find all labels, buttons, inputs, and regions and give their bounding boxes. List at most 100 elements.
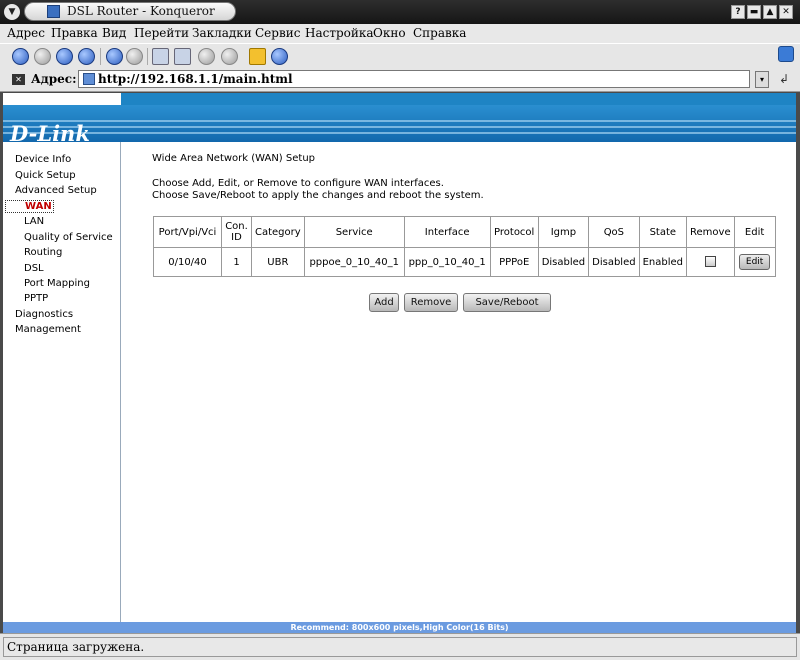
clear-address-icon[interactable]: ✕ bbox=[12, 74, 25, 85]
menu-address[interactable]: Адрес bbox=[7, 26, 45, 40]
address-bar: ✕ Адрес: http://192.168.1.1/main.html ▾ … bbox=[0, 68, 800, 92]
up-icon[interactable] bbox=[56, 48, 73, 65]
banner-corner bbox=[3, 93, 121, 105]
nav-wan[interactable]: WAN bbox=[5, 200, 54, 213]
address-label: Адрес: bbox=[31, 72, 77, 86]
add-button[interactable]: Add bbox=[369, 293, 399, 312]
go-icon[interactable]: ↲ bbox=[776, 72, 792, 88]
status-text: Страница загружена. bbox=[7, 640, 145, 654]
menu-view[interactable]: Вид bbox=[102, 26, 126, 40]
zoom-in-icon[interactable] bbox=[198, 48, 215, 65]
nav-port-mapping[interactable]: Port Mapping bbox=[24, 278, 90, 289]
table-cell: Enabled bbox=[638, 247, 688, 277]
table-cell: 1 bbox=[221, 247, 252, 277]
wan-interfaces-table: Port/Vpi/Vci Con. ID Category Service In… bbox=[153, 216, 776, 277]
edit-button[interactable]: Edit bbox=[738, 254, 771, 270]
minimize-button[interactable]: ▬ bbox=[747, 5, 761, 19]
banner-stripe bbox=[3, 120, 796, 122]
page-viewport: D-Link Device Info Quick Setup Advanced … bbox=[3, 93, 796, 633]
home-icon[interactable] bbox=[78, 48, 95, 65]
table-header: Con. ID bbox=[221, 216, 252, 248]
menu-settings[interactable]: Настройка bbox=[305, 26, 374, 40]
table-header: Category bbox=[251, 216, 305, 248]
banner-stripe bbox=[3, 132, 796, 134]
url-history-dropdown[interactable]: ▾ bbox=[755, 71, 769, 88]
table-header: Igmp bbox=[537, 216, 590, 248]
sidebar-nav: Device Info Quick Setup Advanced Setup W… bbox=[3, 142, 121, 633]
stop-icon[interactable] bbox=[126, 48, 143, 65]
print-icon[interactable] bbox=[152, 48, 169, 65]
help-button[interactable]: ? bbox=[731, 5, 745, 19]
security-lock-icon[interactable] bbox=[249, 48, 266, 65]
window-title-tab: DSL Router - Konqueror bbox=[24, 2, 236, 21]
toolbar-separator bbox=[100, 48, 101, 65]
konqueror-activity-icon bbox=[778, 46, 794, 62]
table-header: Interface bbox=[403, 216, 491, 248]
nav-routing[interactable]: Routing bbox=[24, 247, 62, 258]
close-button[interactable]: ✕ bbox=[779, 5, 793, 19]
main-content: Wide Area Network (WAN) Setup Choose Add… bbox=[121, 142, 796, 633]
remove-button[interactable]: Remove bbox=[404, 293, 458, 312]
nav-dsl[interactable]: DSL bbox=[24, 263, 44, 274]
print-frame-icon[interactable] bbox=[174, 48, 191, 65]
table-cell: Disabled bbox=[588, 247, 640, 277]
table-cell: UBR bbox=[251, 247, 305, 277]
table-header: State bbox=[638, 216, 688, 248]
remove-cell bbox=[686, 247, 735, 277]
table-cell: 0/10/40 bbox=[153, 247, 222, 277]
menu-window[interactable]: Окно bbox=[373, 26, 406, 40]
table-header: Remove bbox=[686, 216, 735, 248]
table-row: 0/10/40 1 UBR pppoe_0_10_40_1 ppp_0_10_4… bbox=[153, 247, 776, 277]
table-header: QoS bbox=[588, 216, 640, 248]
zoom-out-icon[interactable] bbox=[221, 48, 238, 65]
forward-icon[interactable] bbox=[34, 48, 51, 65]
save-reboot-button[interactable]: Save/Reboot bbox=[463, 293, 551, 312]
nav-advanced-setup[interactable]: Advanced Setup bbox=[15, 185, 97, 196]
edit-cell: Edit bbox=[733, 247, 776, 277]
nav-pptp[interactable]: PPTP bbox=[24, 293, 48, 304]
menu-go[interactable]: Перейти bbox=[134, 26, 189, 40]
back-icon[interactable] bbox=[12, 48, 29, 65]
instruction-line: Choose Add, Edit, or Remove to configure… bbox=[152, 178, 444, 189]
table-header: Service bbox=[303, 216, 405, 248]
status-bar: Страница загружена. bbox=[0, 633, 800, 660]
table-header: Port/Vpi/Vci bbox=[153, 216, 222, 248]
table-header-row: Port/Vpi/Vci Con. ID Category Service In… bbox=[153, 216, 776, 248]
konqueror-icon bbox=[47, 5, 60, 18]
recommend-bar: Recommend: 800x600 pixels,High Color(16 … bbox=[3, 622, 796, 633]
menu-bookmarks[interactable]: Закладки bbox=[192, 26, 252, 40]
url-input[interactable]: http://192.168.1.1/main.html bbox=[78, 70, 750, 88]
table-cell: PPPoE bbox=[489, 247, 539, 277]
title-bar: ▼ DSL Router - Konqueror ? ▬ ▲ ✕ bbox=[0, 0, 800, 24]
toolbar-separator bbox=[147, 48, 148, 65]
banner-top-strip bbox=[121, 93, 796, 105]
reload-icon[interactable] bbox=[106, 48, 123, 65]
table-header: Protocol bbox=[489, 216, 539, 248]
menu-tools[interactable]: Сервис bbox=[255, 26, 300, 40]
nav-quick-setup[interactable]: Quick Setup bbox=[15, 170, 76, 181]
table-cell: pppoe_0_10_40_1 bbox=[303, 247, 405, 277]
window-title: DSL Router - Konqueror bbox=[67, 4, 215, 18]
remove-checkbox[interactable] bbox=[704, 256, 716, 268]
table-cell: ppp_0_10_40_1 bbox=[403, 247, 491, 277]
download-icon[interactable] bbox=[271, 48, 288, 65]
menu-help[interactable]: Справка bbox=[413, 26, 466, 40]
nav-diagnostics[interactable]: Diagnostics bbox=[15, 309, 73, 320]
favicon-icon bbox=[83, 73, 95, 85]
window-menu-button[interactable]: ▼ bbox=[4, 4, 20, 20]
instruction-line: Choose Save/Reboot to apply the changes … bbox=[152, 190, 484, 201]
nav-lan[interactable]: LAN bbox=[24, 216, 44, 227]
url-text[interactable]: http://192.168.1.1/main.html bbox=[98, 72, 293, 86]
status-box: Страница загружена. bbox=[3, 637, 797, 657]
maximize-button[interactable]: ▲ bbox=[763, 5, 777, 19]
banner: D-Link bbox=[3, 105, 796, 146]
toolbar bbox=[0, 43, 800, 68]
nav-quality-of-service[interactable]: Quality of Service bbox=[24, 232, 113, 243]
banner-stripe bbox=[3, 126, 796, 128]
menu-edit[interactable]: Правка bbox=[51, 26, 98, 40]
nav-device-info[interactable]: Device Info bbox=[15, 154, 71, 165]
table-cell: Disabled bbox=[537, 247, 590, 277]
nav-management[interactable]: Management bbox=[15, 324, 81, 335]
menu-bar: Адрес Правка Вид Перейти Закладки Сервис… bbox=[0, 24, 800, 43]
table-header: Edit bbox=[733, 216, 776, 248]
